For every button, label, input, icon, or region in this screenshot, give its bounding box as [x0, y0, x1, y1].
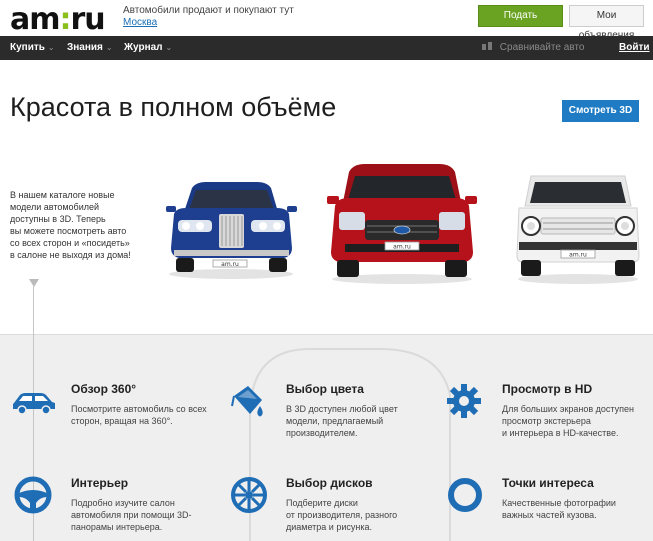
- feature-desc-line: Для больших экранов доступен: [502, 404, 634, 414]
- feature-title: Просмотр в HD: [502, 382, 593, 396]
- view-3d-button[interactable]: Смотреть 3D: [562, 100, 639, 122]
- red-suv-image[interactable]: am.ru: [327, 160, 477, 285]
- feature-desc-line: автомобиля при помощи 3D-: [71, 510, 192, 520]
- login-link[interactable]: Войти: [619, 42, 650, 53]
- feature-title: Выбор дисков: [286, 476, 373, 490]
- feature-color: Выбор цвета В 3D доступен любой цвет моде…: [286, 382, 436, 439]
- feature-desc-line: Подберите диски: [286, 498, 358, 508]
- nav-item-buy[interactable]: Купить ⌄: [10, 42, 55, 53]
- intro-line: доступны в 3D. Теперь: [10, 214, 106, 224]
- feature-desc-line: сторон, вращая на 360°.: [71, 416, 173, 426]
- feature-desc-line: модели, предлагаемый: [286, 416, 384, 426]
- site-header: am:ru Автомобили продают и покупают тут …: [0, 0, 653, 41]
- feature-wheels: Выбор дисков Подберите диски от производи…: [286, 476, 436, 533]
- ring-icon: [448, 478, 482, 512]
- feature-points-of-interest: Точки интереса Качественные фотографии ва…: [502, 476, 650, 521]
- feature-desc: Для больших экранов доступен просмотр экс…: [502, 403, 650, 439]
- page-title: Красота в полном объёме: [10, 92, 337, 122]
- intro-line: со всех сторон и «посидеть»: [10, 238, 130, 248]
- logo-am: am: [10, 2, 61, 37]
- feature-desc-line: и интерьера в HD-качестве.: [502, 428, 619, 438]
- feature-desc-line: просмотр экстерьера: [502, 416, 591, 426]
- nav-item-label: Купить: [10, 42, 45, 53]
- logo-ru: ru: [70, 2, 106, 37]
- intro-line: в салоне не выходя из дома!: [10, 250, 131, 260]
- nav-item-journal[interactable]: Журнал ⌄: [124, 42, 172, 53]
- my-ads-button[interactable]: Мои объявления: [569, 5, 644, 41]
- feature-desc-line: диаметра и рисунка.: [286, 522, 372, 532]
- timeline-marker: [29, 279, 39, 287]
- feature-title: Точки интереса: [502, 476, 594, 490]
- steering-wheel-icon: [14, 476, 52, 514]
- feature-desc-line: В 3D доступен любой цвет: [286, 404, 398, 414]
- white-suv-image[interactable]: am.ru: [513, 170, 643, 285]
- chevron-down-icon: ⌄: [47, 43, 55, 52]
- feature-desc-line: от производителя, разного: [286, 510, 398, 520]
- intro-line: модели автомобилей: [10, 202, 100, 212]
- site-logo[interactable]: am:ru: [10, 2, 106, 37]
- feature-desc: Качественные фотографии важных частей куз…: [502, 497, 650, 521]
- wheel-rim-icon: [231, 477, 267, 513]
- post-ad-button[interactable]: Подать объявление: [478, 5, 563, 41]
- feature-title: Обзор 360°: [71, 382, 137, 396]
- feature-desc: Посмотрите автомобиль со всех сторон, вра…: [71, 403, 231, 427]
- nav-item-knowledge[interactable]: Знания ⌄: [67, 42, 113, 53]
- car-icon: [13, 393, 55, 415]
- feature-interior: Интерьер Подробно изучите салон автомобил…: [71, 476, 231, 533]
- plate-red: am.ru: [393, 244, 411, 251]
- intro-text: В нашем каталоге новые модели автомобиле…: [10, 189, 145, 261]
- chevron-down-icon: ⌄: [165, 43, 173, 52]
- logo-colon: :: [59, 2, 72, 37]
- main-nav: Купить ⌄ Знания ⌄ Журнал ⌄ Сравнивайте авто…: [0, 36, 653, 60]
- feature-desc-line: производителем.: [286, 428, 358, 438]
- feature-360: Обзор 360° Посмотрите автомобиль со всех…: [71, 382, 231, 427]
- feature-desc: Подберите диски от производителя, разного…: [286, 497, 436, 533]
- feature-title: Интерьер: [71, 476, 129, 490]
- chevron-down-icon: ⌄: [105, 43, 113, 52]
- blue-sedan-image[interactable]: am.ru: [164, 180, 299, 280]
- compare-cars-link[interactable]: Сравнивайте авто: [482, 42, 584, 53]
- feature-desc-line: Качественные фотографии: [502, 498, 616, 508]
- feature-desc-line: важных частей кузова.: [502, 510, 597, 520]
- feature-desc-line: Подробно изучите салон: [71, 498, 175, 508]
- plate-white: am.ru: [569, 252, 587, 259]
- intro-line: В нашем каталоге новые: [10, 190, 115, 200]
- feature-hd: Просмотр в HD Для больших экранов доступ…: [502, 382, 650, 439]
- feature-desc-line: Посмотрите автомобиль со всех: [71, 404, 207, 414]
- feature-desc: В 3D доступен любой цвет модели, предлага…: [286, 403, 436, 439]
- city-link[interactable]: Москва: [123, 17, 157, 28]
- intro-line: вы можете посмотреть авто: [10, 226, 127, 236]
- compare-icon: [482, 42, 496, 53]
- gear-icon: [447, 384, 481, 418]
- nav-item-label: Журнал: [124, 42, 163, 53]
- nav-item-label: Знания: [67, 42, 103, 53]
- paint-bucket-icon: [231, 386, 263, 417]
- feature-title: Выбор цвета: [286, 382, 364, 396]
- feature-desc-line: панорамы интерьера.: [71, 522, 163, 532]
- feature-desc: Подробно изучите салон автомобиля при пом…: [71, 497, 231, 533]
- compare-label: Сравнивайте авто: [499, 42, 585, 53]
- plate-blue: am.ru: [221, 261, 239, 268]
- site-tagline: Автомобили продают и покупают тут: [123, 5, 294, 16]
